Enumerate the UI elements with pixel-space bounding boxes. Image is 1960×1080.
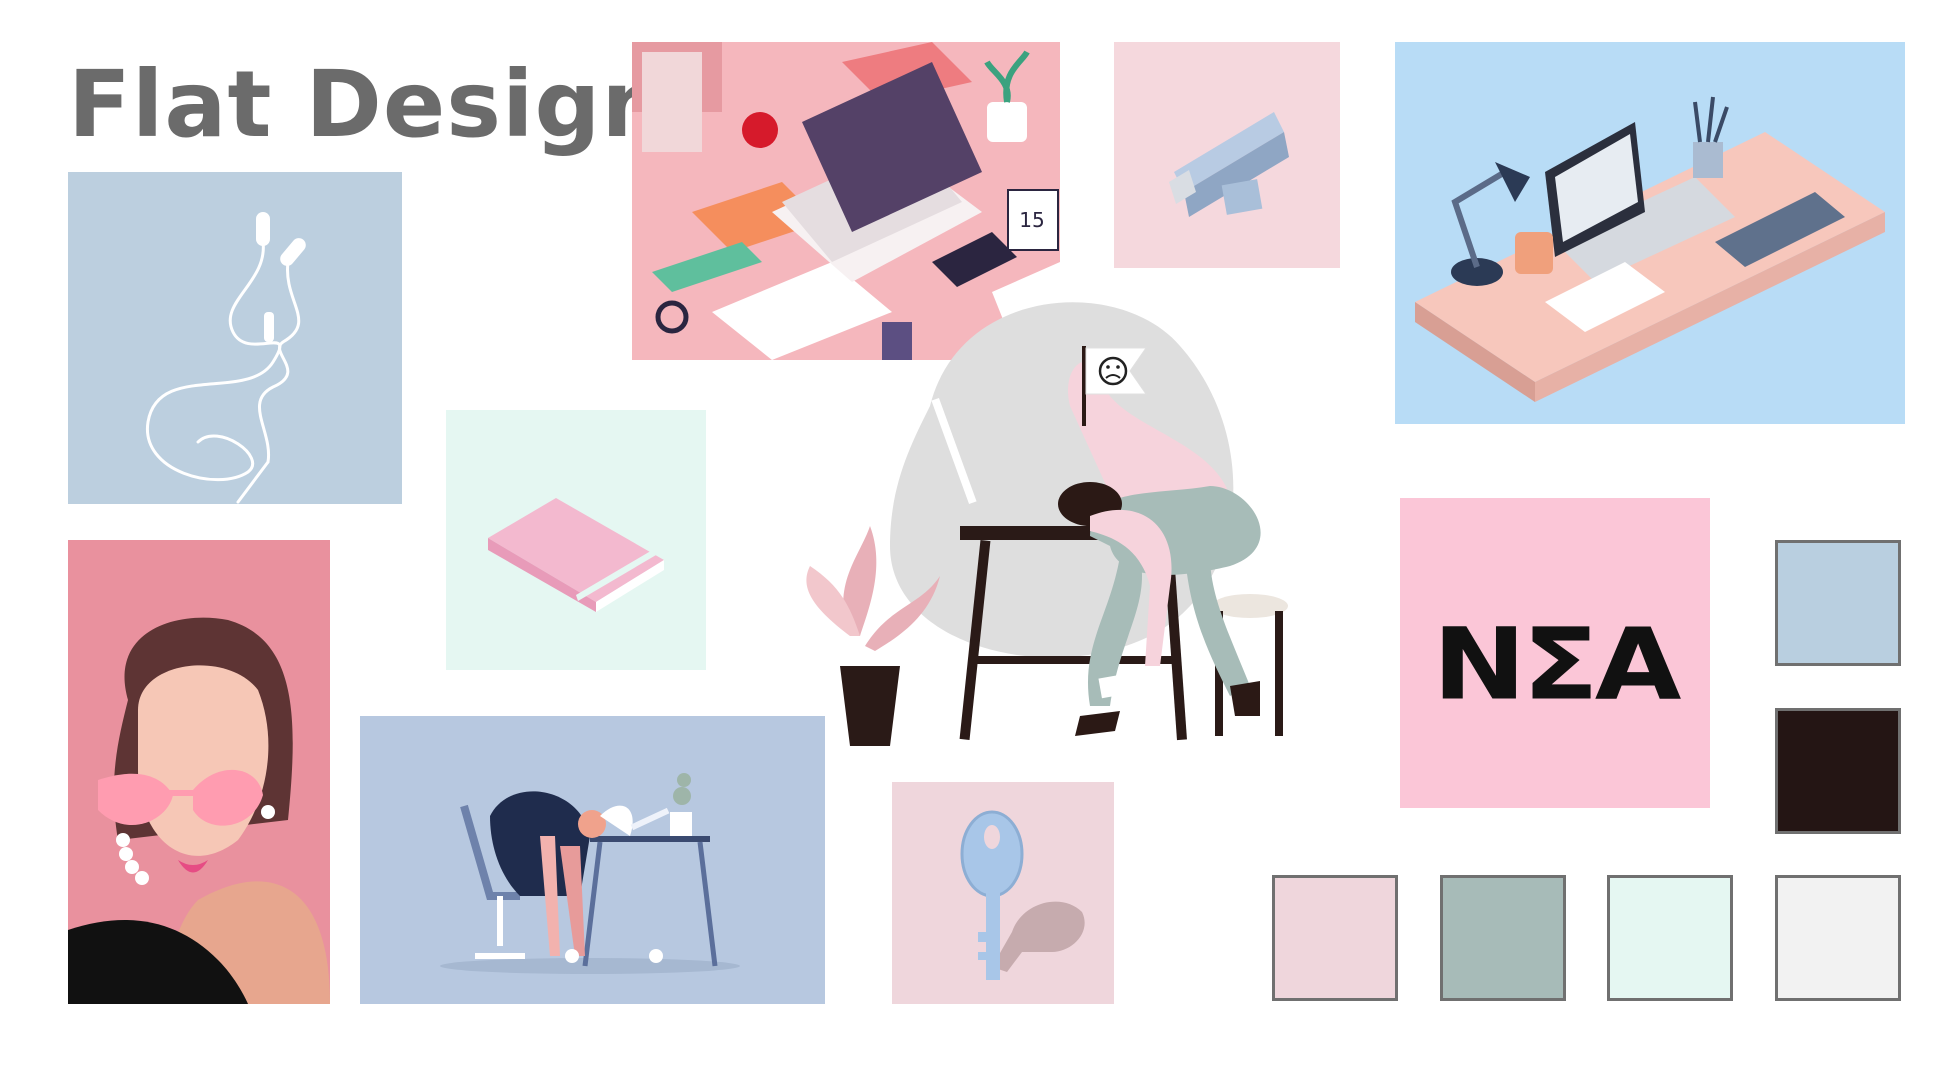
usb-tile [1114,42,1340,268]
usb-drive-icon [1169,112,1289,217]
book-icon [488,498,668,612]
portrait-tile [68,540,330,1004]
svg-text:15: 15 [1019,208,1044,232]
tired-worker-illustration [790,286,1350,756]
earphones-tile [68,172,402,504]
desk-laptop-tile [1395,42,1905,424]
key-icon [960,810,1085,980]
color-swatch [1775,708,1901,834]
color-swatch [1272,875,1398,1001]
nea-logo-tile: NΣA [1400,498,1710,808]
page-title: Flat Design [68,51,668,158]
book-tile [446,410,706,670]
color-swatch [1607,875,1733,1001]
color-swatch [1775,540,1901,666]
color-swatch [1775,875,1901,1001]
color-swatch [1440,875,1566,1001]
key-tile [892,782,1114,1004]
nea-logo-text: NΣA [1432,607,1682,723]
burnout-worker-tile [360,716,825,1004]
earphones-icon [146,212,306,504]
